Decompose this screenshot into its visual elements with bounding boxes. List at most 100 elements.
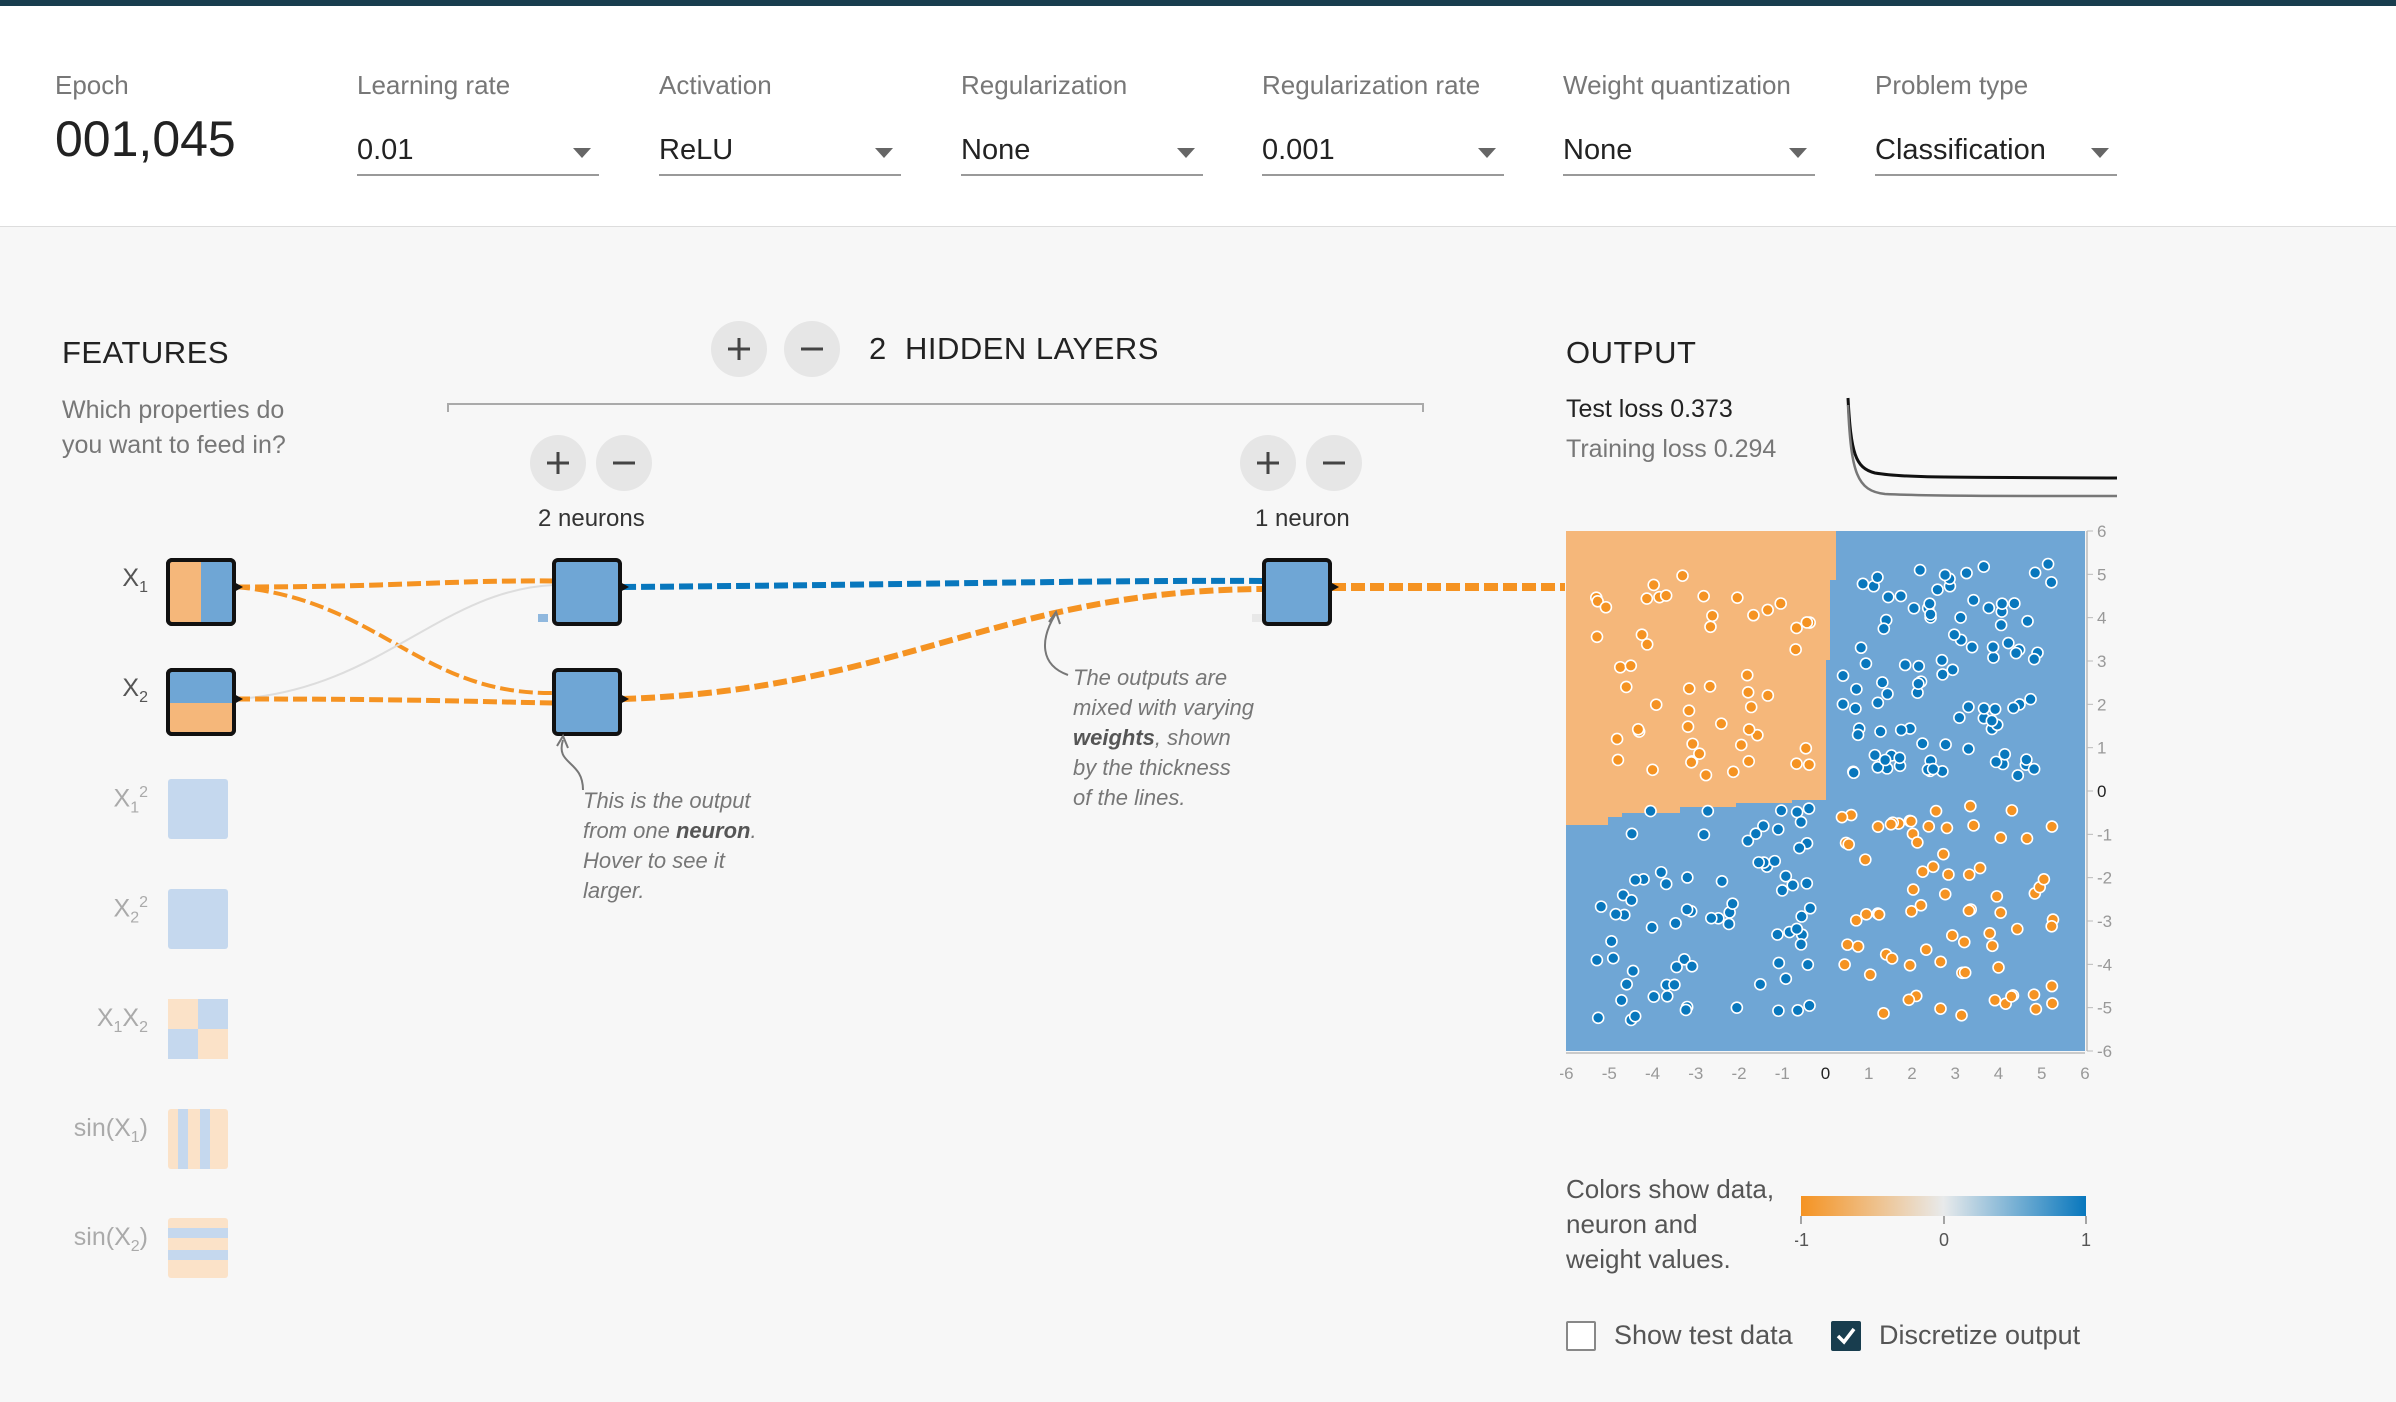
data-point	[1967, 819, 1980, 832]
data-point	[1945, 929, 1959, 942]
y-tick-label: 2	[2097, 695, 2106, 714]
data-point	[1701, 804, 1715, 818]
data-point	[1790, 621, 1803, 635]
data-point	[1742, 754, 1756, 768]
legend-note-line3: weight values.	[1566, 1244, 1731, 1274]
feature-node-x1-squared[interactable]	[168, 779, 228, 839]
neuron-layer1-2[interactable]	[552, 668, 629, 736]
data-point	[1802, 802, 1816, 815]
data-point	[2045, 979, 2059, 993]
data-point	[1947, 628, 1961, 641]
data-point	[1958, 966, 1972, 979]
loss-chart	[1846, 397, 2118, 498]
data-point	[1771, 928, 1784, 941]
data-point	[1868, 748, 1882, 762]
feature-node-x2-squared[interactable]	[168, 889, 228, 949]
data-point	[1995, 597, 2009, 611]
data-point	[1791, 1003, 1805, 1017]
neuron-layer1-1[interactable]	[552, 558, 629, 626]
x-tick-label: -4	[1645, 1064, 1660, 1083]
discretize-output-checkbox[interactable]	[1831, 1320, 1861, 1351]
data-point	[1916, 865, 1930, 878]
data-point	[1878, 753, 1892, 767]
data-point	[1775, 884, 1789, 897]
x-tick-label: 0	[1821, 1064, 1830, 1083]
note1-line2-a: from one	[583, 818, 676, 843]
data-point	[1983, 926, 1997, 940]
data-point	[1871, 696, 1885, 710]
data-point	[1681, 720, 1695, 734]
plot-region-orange-top-left	[1566, 531, 1836, 825]
y-tick-label: -5	[2097, 999, 2112, 1018]
data-point	[1654, 865, 1668, 879]
data-point	[1660, 989, 1674, 1003]
data-point	[1801, 958, 1815, 971]
data-point	[1606, 951, 1620, 965]
data-point	[1872, 908, 1886, 921]
data-point	[1929, 804, 1943, 818]
y-tick-label: 5	[2097, 565, 2106, 584]
data-point	[1893, 751, 1906, 765]
feature-node-sin-x1[interactable]	[168, 1109, 228, 1169]
data-point	[1874, 725, 1887, 738]
legend-note-line2: neuron and	[1566, 1209, 1698, 1239]
data-point	[1937, 847, 1950, 861]
neuron-layer2-1[interactable]	[1262, 558, 1339, 626]
note2-line3-b: , shown	[1154, 725, 1231, 750]
show-test-data-toggle[interactable]: Show test data	[1566, 1320, 1793, 1351]
data-point	[1772, 956, 1786, 970]
data-point	[1740, 668, 1754, 682]
x-tick-label: 5	[2037, 1064, 2046, 1083]
data-point	[1849, 914, 1863, 927]
weights-note: The outputs are mixed with varying weigh…	[1073, 663, 1254, 813]
show-test-data-checkbox[interactable]	[1566, 1320, 1596, 1351]
data-point	[1924, 608, 1937, 621]
feature-node-sin-x2[interactable]	[168, 1218, 228, 1278]
data-point	[1998, 747, 2012, 761]
feature-node-x1x2[interactable]	[168, 999, 228, 1059]
data-point	[1676, 569, 1689, 582]
data-point	[1856, 577, 1870, 591]
data-point	[1962, 904, 1976, 917]
data-point	[1926, 860, 1940, 874]
data-point	[1938, 568, 1952, 582]
data-point	[1682, 704, 1696, 717]
data-point	[1871, 571, 1884, 584]
data-point	[1973, 861, 1987, 875]
data-point	[1876, 676, 1889, 689]
data-point	[1847, 766, 1861, 780]
color-gradient-bar	[1801, 1196, 2086, 1216]
data-point	[2007, 701, 2020, 715]
data-point	[1903, 958, 1917, 972]
data-point	[1962, 700, 1975, 714]
data-point	[1982, 601, 1996, 615]
data-point	[1590, 630, 1604, 644]
data-point	[1628, 1010, 1642, 1023]
feature-node-x1[interactable]	[166, 558, 243, 626]
hidden-layers-bracket	[447, 403, 1424, 412]
note2-line4: by the thickness	[1073, 755, 1231, 780]
data-point	[1881, 687, 1894, 701]
data-point	[1965, 640, 1979, 654]
data-point	[1912, 659, 1926, 673]
feature-node-x2[interactable]	[166, 668, 243, 736]
data-point	[1986, 640, 2000, 654]
data-point	[1793, 841, 1806, 855]
data-point	[1670, 960, 1683, 974]
data-point	[1906, 883, 1920, 896]
show-test-data-label: Show test data	[1614, 1320, 1793, 1350]
color-legend-scale: -1 0 1	[1795, 1196, 2091, 1250]
note2-bold: weights	[1073, 725, 1155, 750]
link-x2-n1	[235, 584, 555, 700]
y-tick-label: 3	[2097, 652, 2106, 671]
data-point	[2010, 922, 2024, 936]
data-point	[1615, 993, 1628, 1007]
data-point	[1645, 921, 1659, 934]
data-point	[1680, 903, 1694, 916]
note1-line2: from one neuron.	[583, 816, 757, 846]
data-point	[1935, 653, 1949, 667]
discretize-output-toggle[interactable]: Discretize output	[1831, 1320, 2080, 1351]
data-point	[1913, 563, 1927, 577]
data-point	[1644, 804, 1657, 818]
y-tick-label: 4	[2097, 609, 2106, 628]
